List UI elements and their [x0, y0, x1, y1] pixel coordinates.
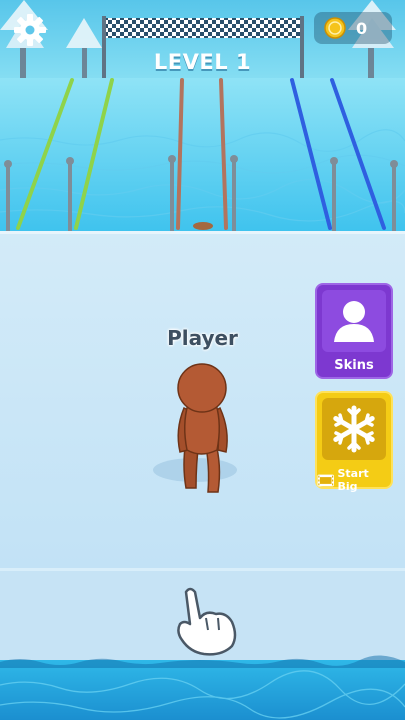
- snowflake-icon: [333, 405, 375, 453]
- level-indicator: LEVEL 1: [153, 50, 252, 74]
- lane-marker: [193, 222, 213, 230]
- coin-counter: 0: [314, 12, 392, 44]
- coin-count: 0: [356, 18, 368, 38]
- video-ad-icon: [317, 474, 334, 486]
- skins-label: Skins: [334, 358, 374, 373]
- pool-area: [0, 78, 405, 232]
- start-big-button[interactable]: Start Big: [315, 391, 393, 493]
- finish-line-banner: [104, 18, 302, 38]
- settings-button[interactable]: [12, 12, 48, 48]
- player-name-label: Player: [167, 326, 238, 350]
- gear-icon: [14, 14, 46, 46]
- skins-button[interactable]: Skins: [315, 283, 393, 379]
- bottom-water: [0, 660, 405, 720]
- start-big-icon-panel: [322, 398, 386, 460]
- start-big-label-row: Start Big: [317, 467, 391, 493]
- coin-icon: [324, 17, 346, 39]
- person-silhouette-icon: [334, 301, 374, 342]
- skins-icon-panel: [322, 290, 386, 352]
- start-big-label: Start Big: [337, 467, 369, 493]
